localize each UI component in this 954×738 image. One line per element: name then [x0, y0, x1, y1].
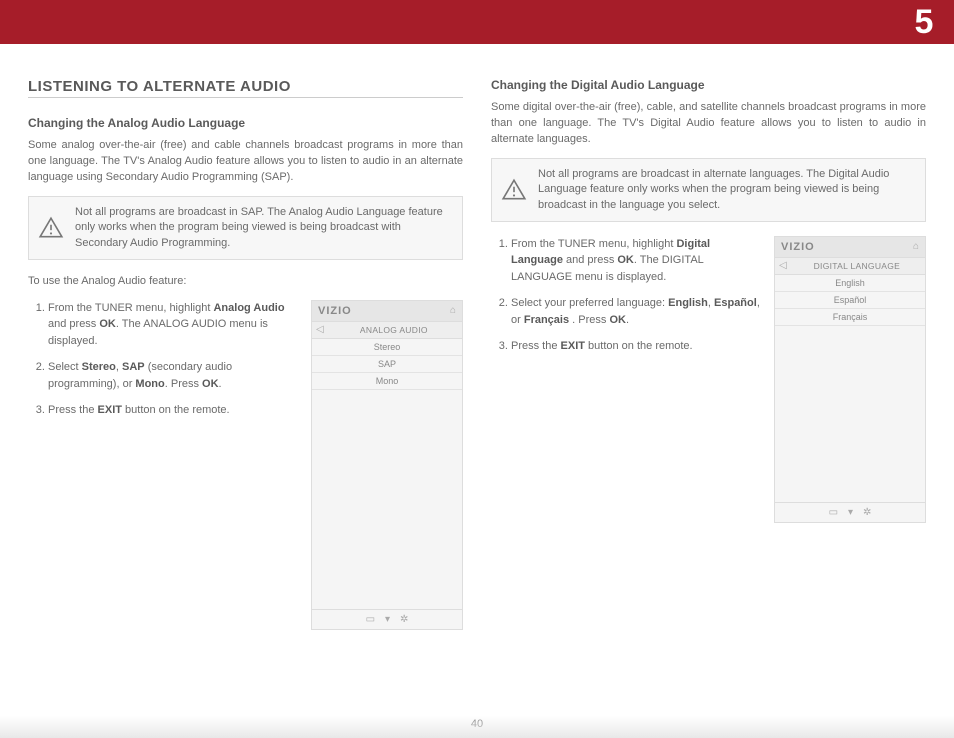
analog-menu-row: Mono — [312, 373, 462, 390]
analog-note-text: Not all programs are broadcast in SAP. T… — [75, 205, 452, 251]
analog-sub-heading: Changing the Analog Audio Language — [28, 116, 463, 130]
back-icon: ◁ — [316, 324, 324, 335]
vizio-logo: VIZIO — [318, 305, 352, 317]
vizio-logo: VIZIO — [781, 241, 815, 253]
analog-menu-screenshot: VIZIO ⌂ ◁ ANALOG AUDIO Stereo SAP Mono ▭… — [311, 300, 463, 630]
digital-sub-heading: Changing the Digital Audio Language — [491, 78, 926, 92]
wide-icon: ▭ — [366, 614, 375, 625]
digital-step-1: From the TUNER menu, highlight Digital L… — [511, 236, 760, 286]
analog-steps: From the TUNER menu, highlight Analog Au… — [28, 300, 297, 419]
digital-step-3: Press the EXIT button on the remote. — [511, 338, 760, 355]
digital-menu-screenshot: VIZIO ⌂ ◁ DIGITAL LANGUAGE English Españ… — [774, 236, 926, 523]
analog-menu-title: ANALOG AUDIO — [330, 325, 458, 335]
header-band — [0, 0, 954, 44]
analog-step-1: From the TUNER menu, highlight Analog Au… — [48, 300, 297, 350]
digital-menu-row: Français — [775, 309, 925, 326]
analog-menu-row: SAP — [312, 356, 462, 373]
analog-intro: Some analog over-the-air (free) and cabl… — [28, 138, 463, 186]
gear-icon: ✲ — [400, 614, 408, 625]
wide-icon: ▭ — [829, 507, 838, 518]
home-icon: ⌂ — [450, 305, 456, 316]
section-title: LISTENING TO ALTERNATE AUDIO — [28, 78, 463, 98]
digital-note-box: Not all programs are broadcast in altern… — [491, 158, 926, 222]
digital-menu-row: Español — [775, 292, 925, 309]
right-column: Changing the Digital Audio Language Some… — [491, 78, 926, 630]
digital-menu-title: DIGITAL LANGUAGE — [793, 261, 921, 271]
back-icon: ◁ — [779, 260, 787, 271]
digital-step-2: Select your preferred language: English,… — [511, 295, 760, 328]
digital-note-text: Not all programs are broadcast in altern… — [538, 167, 915, 213]
analog-step-3: Press the EXIT button on the remote. — [48, 402, 297, 419]
chevron-down-icon: ▾ — [848, 507, 853, 518]
digital-intro: Some digital over-the-air (free), cable,… — [491, 100, 926, 148]
analog-lead-in: To use the Analog Audio feature: — [28, 274, 463, 290]
analog-menu-row: Stereo — [312, 339, 462, 356]
analog-note-box: Not all programs are broadcast in SAP. T… — [28, 196, 463, 260]
home-icon: ⌂ — [913, 241, 919, 252]
warning-icon — [500, 167, 528, 213]
page-body: LISTENING TO ALTERNATE AUDIO Changing th… — [0, 44, 954, 738]
chapter-number: 5 — [894, 0, 954, 44]
digital-menu-row: English — [775, 275, 925, 292]
left-column: LISTENING TO ALTERNATE AUDIO Changing th… — [28, 78, 463, 630]
warning-icon — [37, 205, 65, 251]
chevron-down-icon: ▾ — [385, 614, 390, 625]
digital-steps: From the TUNER menu, highlight Digital L… — [491, 236, 760, 355]
page-number: 40 — [0, 718, 954, 730]
analog-step-2: Select Stereo, SAP (secondary audio prog… — [48, 359, 297, 392]
gear-icon: ✲ — [863, 507, 871, 518]
